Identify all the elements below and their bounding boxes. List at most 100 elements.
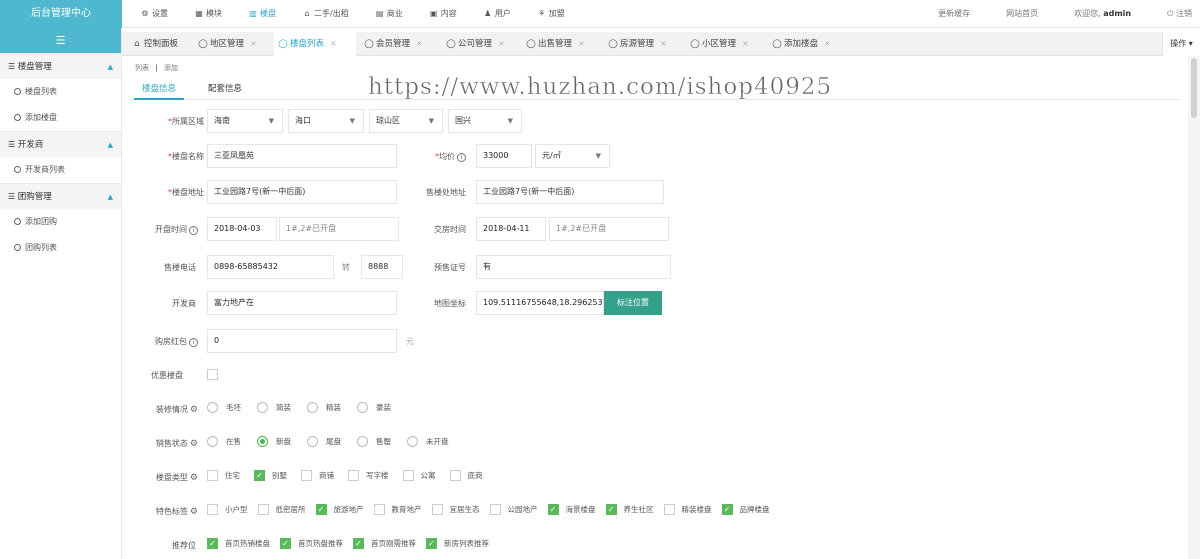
tab[interactable]: ⌂ 控制面板 — [128, 32, 190, 56]
breadcrumb-add[interactable]: 添加 — [164, 64, 178, 72]
close-icon[interactable]: × — [250, 39, 257, 48]
close-icon[interactable]: × — [330, 39, 337, 48]
checkbox-option[interactable]: ✓ 首页热盘推荐 — [280, 538, 343, 549]
username[interactable]: admin — [1103, 9, 1131, 18]
topnav-item[interactable]: ♟ 用户 — [483, 0, 511, 28]
district-select[interactable]: 琼山区 ▼ — [369, 109, 443, 133]
topnav-item[interactable]: ⚘ 加盟 — [537, 0, 565, 28]
tab[interactable]: ◯ 会员管理 × — [360, 32, 438, 56]
sidebar-group[interactable]: ☰ 开发商 ▲ — [0, 131, 121, 157]
checkbox-option[interactable]: 公园地产 — [489, 504, 538, 515]
tab[interactable]: ◯ 公司管理 × — [442, 32, 518, 56]
scrollbar[interactable] — [1188, 56, 1200, 559]
scrollbar-thumb[interactable] — [1191, 58, 1197, 118]
radio-option[interactable]: 在售 — [207, 436, 241, 447]
tab[interactable]: ◯ 楼盘列表 × — [274, 32, 356, 57]
sidebar-group[interactable]: ☰ 楼盘管理 ▲ — [0, 53, 121, 79]
topnav-item[interactable]: ▦ 模块 — [194, 0, 222, 28]
checkbox-option[interactable]: 教育地产 — [373, 504, 422, 515]
sales-address-input[interactable]: 工业园路7号(新一中后面) — [476, 180, 664, 204]
clear-cache-link[interactable]: 更新缓存 — [938, 0, 970, 28]
area-select[interactable]: 国兴 ▼ — [448, 109, 522, 133]
sidebar-item[interactable]: 添加楼盘 — [0, 105, 121, 131]
delivery-date-input[interactable]: 2018-04-11 — [476, 217, 546, 241]
price-input[interactable]: 33000 — [476, 144, 532, 168]
subtab-building-info[interactable]: 楼盘信息 — [134, 80, 184, 100]
name-input[interactable]: 三亚凤凰苑 — [207, 144, 397, 168]
checkbox-option[interactable]: 住宅 — [207, 470, 240, 481]
checkbox-option[interactable]: 底商 — [449, 470, 483, 481]
checkbox-option[interactable]: 低密居所 — [257, 504, 306, 515]
sidebar-item[interactable]: 开发商列表 — [0, 157, 121, 183]
checkbox-option[interactable]: ✓ 别墅 — [254, 470, 287, 481]
checkbox-option[interactable]: 宜居生态 — [431, 504, 480, 515]
redpack-input[interactable]: 0 — [207, 329, 397, 353]
radio-option[interactable]: 毛坯 — [207, 402, 241, 413]
open-date-input[interactable]: 2018-04-03 — [207, 217, 277, 241]
close-icon[interactable]: × — [498, 39, 505, 48]
sidebar-item[interactable]: 楼盘列表 — [0, 79, 121, 105]
radio-option[interactable]: 售罄 — [357, 436, 391, 447]
checkbox-option[interactable]: 小户型 — [207, 504, 248, 515]
checkbox-option[interactable]: ✓ 养生社区 — [605, 504, 654, 515]
operate-menu[interactable]: 操作 ▾ — [1162, 32, 1200, 56]
gear-icon[interactable]: ⚙ — [190, 405, 198, 415]
delivery-note-input[interactable]: 1#,2#已开盘 — [549, 217, 669, 241]
topnav-item[interactable]: ▤ 商业 — [375, 0, 403, 28]
topnav-item[interactable]: ⚙ 设置 — [140, 0, 168, 28]
subtab-facilities[interactable]: 配套信息 — [200, 80, 250, 100]
close-icon[interactable]: × — [416, 39, 423, 48]
tab[interactable]: ◯ 地区管理 × — [194, 32, 270, 56]
radio-option[interactable]: 精装 — [307, 402, 341, 413]
city-select[interactable]: 海口 ▼ — [288, 109, 364, 133]
address-input[interactable]: 工业园路7号(新一中后面) — [207, 180, 397, 204]
sidebar-group[interactable]: ☰ 团购管理 ▲ — [0, 183, 121, 209]
close-icon[interactable]: × — [742, 39, 749, 48]
radio-option[interactable]: 豪装 — [357, 402, 391, 413]
checkbox-option[interactable]: ✓ 品牌楼盘 — [721, 504, 770, 515]
checkbox-option[interactable]: ✓ 海景楼盘 — [547, 504, 596, 515]
checkbox-option[interactable]: 商铺 — [301, 470, 334, 481]
developer-input[interactable]: 富力地产在 — [207, 291, 397, 315]
province-select[interactable]: 海南 ▼ — [207, 109, 283, 133]
discount-checkbox[interactable] — [207, 369, 225, 380]
open-note-input[interactable]: 1#,2#已开盘 — [279, 217, 399, 241]
topnav-item[interactable]: ▣ 内容 — [429, 0, 457, 28]
tab[interactable]: ◯ 添加楼盘 × — [768, 32, 844, 56]
gear-icon[interactable]: ⚙ — [190, 507, 198, 517]
app-title[interactable]: 后台管理中心 — [0, 0, 122, 28]
price-unit-select[interactable]: 元/㎡ ▼ — [535, 144, 610, 168]
radio-option[interactable]: 新盘 — [257, 436, 291, 447]
close-icon[interactable]: × — [824, 39, 831, 48]
checkbox-option[interactable]: ✓ 首页热销楼盘 — [207, 538, 270, 549]
checkbox-option[interactable]: 公寓 — [402, 470, 436, 481]
checkbox-option[interactable]: ✓ 旅游地产 — [315, 504, 364, 515]
breadcrumb-list[interactable]: 列表 — [135, 64, 149, 72]
sidebar-item[interactable]: 添加团购 — [0, 209, 121, 235]
radio-option[interactable]: 简装 — [257, 402, 291, 413]
extension-input[interactable]: 8888 — [361, 255, 403, 279]
topnav-item[interactable]: ⌂ 二手/出租 — [302, 0, 348, 28]
close-icon[interactable]: × — [660, 39, 667, 48]
coord-input[interactable]: 109.51116755648,18.2962530 — [476, 291, 604, 315]
site-home-link[interactable]: 网站首页 — [1006, 0, 1038, 28]
gear-icon[interactable]: ⚙ — [190, 439, 198, 449]
checkbox-option[interactable]: ✓ 首页刚需推荐 — [353, 538, 416, 549]
phone-input[interactable]: 0898-65885432 — [207, 255, 334, 279]
tab[interactable]: ◯ 小区管理 × — [686, 32, 764, 56]
checkbox-option[interactable]: 写字楼 — [348, 470, 389, 481]
checkbox-option[interactable]: ✓ 新房列表推荐 — [426, 538, 489, 549]
radio-option[interactable]: 未开盘 — [407, 436, 449, 447]
logout-link[interactable]: ⏻ 注销 — [1167, 0, 1192, 28]
tab[interactable]: ◯ 出售管理 × — [522, 32, 600, 56]
checkbox-option[interactable]: 精装楼盘 — [663, 504, 712, 515]
close-icon[interactable]: × — [578, 39, 585, 48]
mark-location-button[interactable]: 标注位置 — [604, 291, 662, 315]
presale-input[interactable]: 有 — [476, 255, 671, 279]
radio-option[interactable]: 尾盘 — [307, 436, 341, 447]
gear-icon[interactable]: ⚙ — [190, 473, 198, 483]
sidebar-toggle[interactable]: ☰ — [0, 28, 121, 53]
tab[interactable]: ◯ 房源管理 × — [604, 32, 682, 56]
topnav-item[interactable]: ▥ 楼盘 — [248, 0, 276, 28]
sidebar-item[interactable]: 团购列表 — [0, 235, 121, 261]
